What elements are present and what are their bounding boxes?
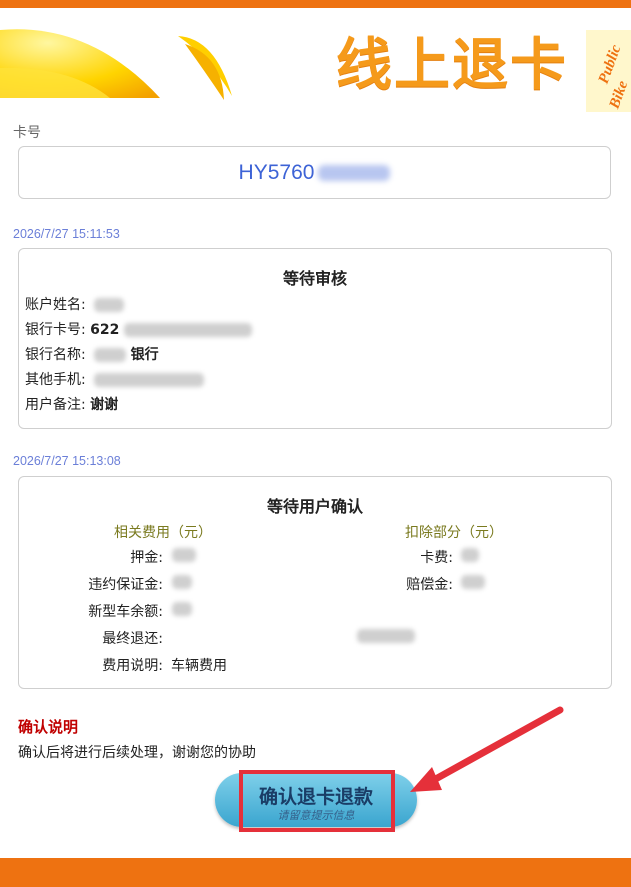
deductions-header: 扣除部分（元） — [405, 525, 503, 541]
card-number-box: HY5760 — [18, 146, 611, 199]
redacted-value — [172, 548, 196, 562]
sun-swoosh-graphic — [0, 29, 232, 100]
review-timestamp: 2026/7/27 15:11:53 — [13, 227, 120, 241]
redacted-value — [94, 373, 205, 387]
confirm-heading: 确认说明 — [18, 718, 79, 736]
redacted-value — [123, 323, 252, 337]
header-banner: 线上退卡 Public Bike — [0, 8, 631, 112]
card-number-label: 卡号 — [13, 125, 41, 141]
fee-note-value: 车辆费用 — [171, 658, 227, 674]
public-bike-logo: Public Bike — [586, 30, 631, 112]
fee-new-bike-balance-label: 新型车余额: — [88, 604, 163, 620]
final-refund-label: 最终退还: — [102, 631, 163, 647]
fee-deposit-label: 押金: — [130, 550, 163, 566]
redacted-value — [94, 298, 125, 312]
redacted-value — [461, 575, 485, 589]
deduction-card-fee-label: 卡费: — [420, 550, 453, 566]
fees-header: 相关费用（元） — [114, 525, 212, 541]
review-panel: 等待审核 账户姓名: 银行卡号: 622 银行名称: 银行 其他手机: 用户备注… — [18, 248, 612, 429]
fee-note-label: 费用说明: — [102, 658, 163, 674]
redacted-value — [461, 548, 479, 562]
top-brand-bar — [0, 0, 631, 8]
user-confirm-timestamp: 2026/7/27 15:13:08 — [13, 454, 121, 468]
redacted-final-refund — [357, 629, 415, 643]
fee-penalty-deposit-label: 违约保证金: — [88, 577, 163, 593]
review-title: 等待审核 — [282, 269, 347, 288]
bottom-brand-bar — [0, 858, 631, 887]
review-row-account-name: 账户姓名: — [25, 294, 125, 314]
highlight-frame — [239, 770, 395, 832]
deduction-compensation-label: 赔偿金: — [406, 577, 453, 593]
confirm-description: 确认后将进行后续处理，谢谢您的协助 — [18, 745, 256, 761]
review-row-user-note: 用户备注: 谢谢 — [25, 397, 119, 413]
user-confirm-title: 等待用户确认 — [266, 497, 363, 516]
redacted-value — [172, 602, 192, 616]
user-confirm-panel: 等待用户确认 相关费用（元） 扣除部分（元） 押金: 违约保证金: 新型车余额:… — [18, 476, 612, 689]
review-row-bank-name: 银行名称: 银行 — [25, 347, 159, 363]
card-number-value: HY5760 — [238, 160, 315, 184]
redacted-card-suffix — [318, 164, 391, 181]
review-row-bank-card: 银行卡号: 622 — [25, 319, 252, 339]
review-row-other-phone: 其他手机: — [25, 369, 205, 389]
redacted-value — [94, 348, 127, 362]
redacted-value — [172, 575, 192, 589]
page-title: 线上退卡 — [336, 33, 568, 98]
